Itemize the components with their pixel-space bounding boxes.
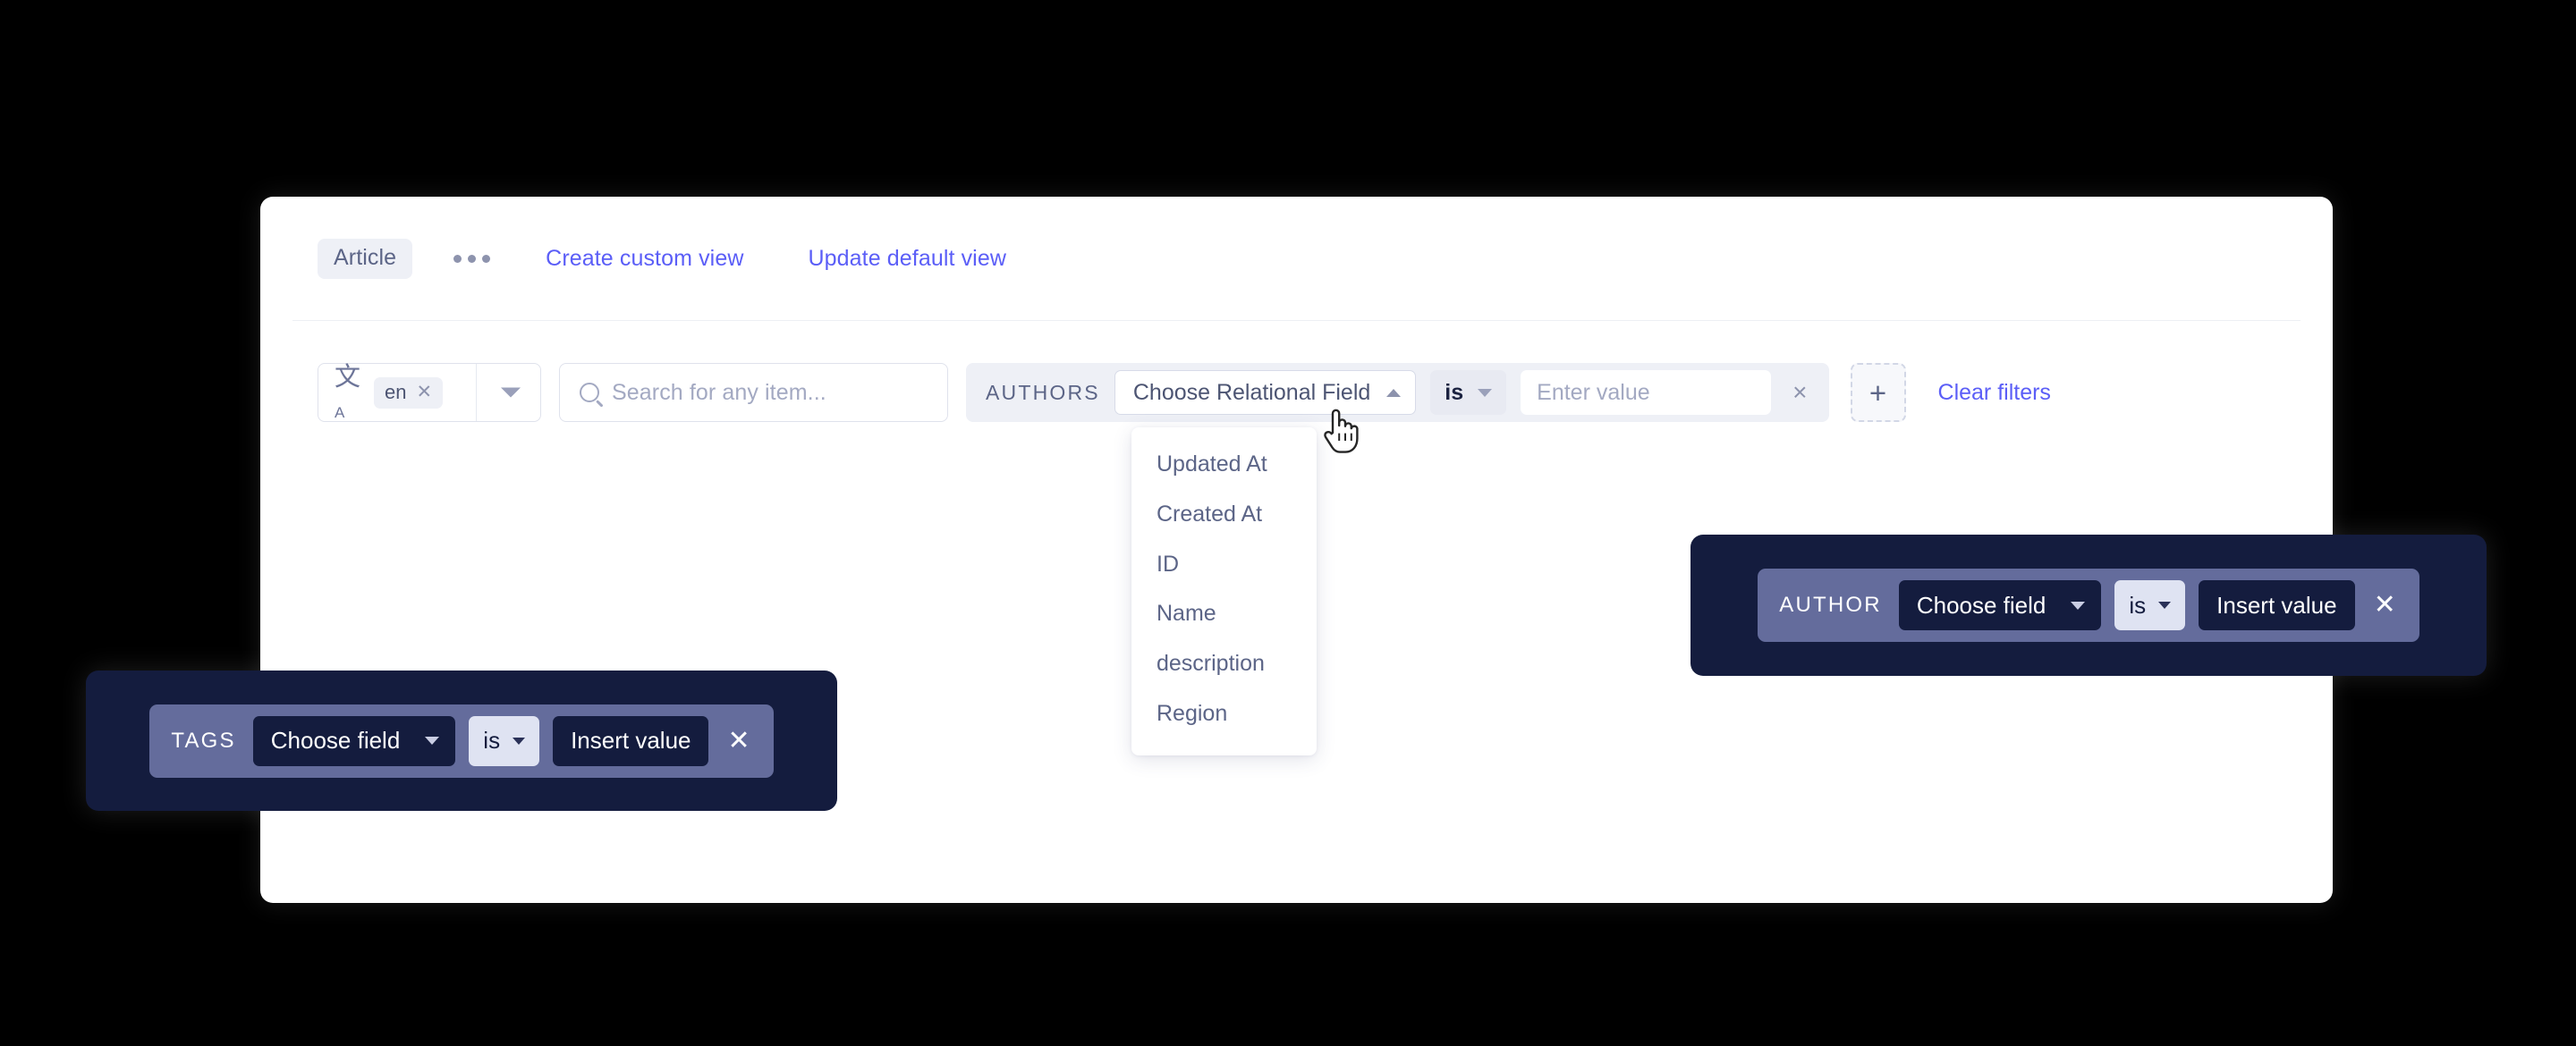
search-icon xyxy=(580,383,599,402)
author-field-value: Choose field xyxy=(1916,591,2046,619)
tags-operator-value: is xyxy=(483,727,501,754)
dropdown-item-description[interactable]: description xyxy=(1131,639,1317,689)
content-type-chip[interactable]: Article xyxy=(318,238,413,279)
author-remove-icon[interactable]: ✕ xyxy=(2368,592,2405,619)
ellipsis-icon[interactable] xyxy=(446,246,497,272)
chevron-down-icon xyxy=(1478,388,1493,397)
filter-relation-label: AUTHORS xyxy=(986,380,1100,404)
locale-divider xyxy=(476,364,477,421)
tags-value-placeholder: Insert value xyxy=(571,727,691,754)
tags-remove-icon[interactable]: ✕ xyxy=(722,727,758,755)
locale-tag[interactable]: en ✕ xyxy=(374,376,444,409)
author-operator-select[interactable]: is xyxy=(2114,580,2186,630)
locale-picker[interactable]: 文A en ✕ xyxy=(318,363,541,422)
locale-tag-label: en xyxy=(385,380,407,403)
screen-root: Article Create custom view Update defaul… xyxy=(0,0,2576,1046)
chevron-down-icon xyxy=(2071,601,2086,610)
chevron-up-icon xyxy=(1386,388,1402,397)
operator-select[interactable]: is xyxy=(1430,370,1507,415)
tags-filter-panel: TAGS Choose field is Insert value ✕ xyxy=(86,671,837,811)
close-icon[interactable]: ✕ xyxy=(416,383,432,401)
author-value-input[interactable]: Insert value xyxy=(2199,580,2355,630)
author-value-placeholder: Insert value xyxy=(2216,591,2337,619)
dropdown-item-created-at[interactable]: Created At xyxy=(1131,490,1317,540)
chevron-down-icon[interactable] xyxy=(501,387,521,398)
chevron-down-icon xyxy=(513,737,526,745)
relational-field-value: Choose Relational Field xyxy=(1132,379,1371,405)
dropdown-item-id[interactable]: ID xyxy=(1131,540,1317,590)
author-operator-value: is xyxy=(2129,591,2147,619)
tags-field-value: Choose field xyxy=(270,727,401,754)
tags-filter-row: TAGS Choose field is Insert value ✕ xyxy=(149,704,774,778)
author-filter-label: AUTHOR xyxy=(1779,593,1882,617)
ellipsis-dot xyxy=(468,254,477,263)
add-filter-button[interactable]: + xyxy=(1850,363,1906,422)
tags-value-input[interactable]: Insert value xyxy=(553,715,709,766)
dropdown-item-region[interactable]: Region xyxy=(1131,689,1317,739)
translate-icon: 文A xyxy=(335,363,360,421)
header-divider xyxy=(292,320,2301,321)
create-custom-view-link[interactable]: Create custom view xyxy=(546,246,743,272)
mouse-cursor-pointer-icon xyxy=(1322,404,1361,454)
search-placeholder: Search for any item... xyxy=(612,379,826,405)
card-header: Article Create custom view Update defaul… xyxy=(260,197,2333,320)
tags-filter-label: TAGS xyxy=(171,728,236,753)
dropdown-item-updated-at[interactable]: Updated At xyxy=(1131,440,1317,490)
relational-field-select[interactable]: Choose Relational Field xyxy=(1114,370,1417,415)
ellipsis-dot xyxy=(453,254,462,263)
operator-value: is xyxy=(1445,379,1464,405)
tags-field-select[interactable]: Choose field xyxy=(252,715,456,766)
chevron-down-icon xyxy=(2158,602,2172,609)
clear-filters-link[interactable]: Clear filters xyxy=(1938,380,2051,406)
author-field-select[interactable]: Choose field xyxy=(1898,580,2102,630)
remove-filter-icon[interactable]: × xyxy=(1785,380,1814,405)
tags-operator-select[interactable]: is xyxy=(469,715,540,766)
chevron-down-icon xyxy=(425,737,440,745)
filter-toolbar: 文A en ✕ Search for any item... AUTHORS C… xyxy=(318,363,2051,422)
filter-value-placeholder: Enter value xyxy=(1537,379,1650,405)
ellipsis-dot xyxy=(482,254,491,263)
search-input[interactable]: Search for any item... xyxy=(559,363,948,422)
dropdown-item-name[interactable]: Name xyxy=(1131,589,1317,639)
author-filter-row: AUTHOR Choose field is Insert value ✕ xyxy=(1758,569,2419,642)
update-default-view-link[interactable]: Update default view xyxy=(809,246,1006,272)
filter-condition-group: AUTHORS Choose Relational Field is Enter… xyxy=(966,363,1829,422)
relational-field-dropdown: Updated At Created At ID Name descriptio… xyxy=(1131,427,1317,755)
filter-value-input[interactable]: Enter value xyxy=(1521,370,1772,415)
author-filter-panel: AUTHOR Choose field is Insert value ✕ xyxy=(1690,535,2487,676)
